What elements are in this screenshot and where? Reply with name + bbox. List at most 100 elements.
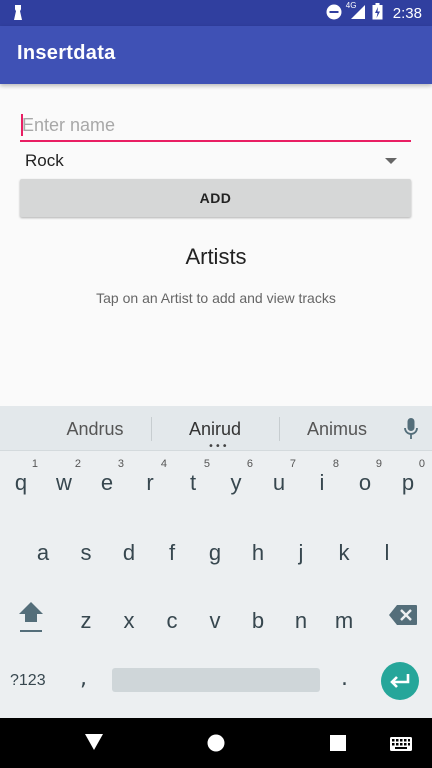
signal-icon: 4G bbox=[345, 0, 366, 24]
key-c[interactable]: c bbox=[152, 594, 192, 642]
status-bar: 4G 2:38 bbox=[0, 0, 432, 26]
suggestion-divider bbox=[279, 417, 280, 441]
text-cursor bbox=[21, 114, 23, 136]
key-v[interactable]: v bbox=[195, 594, 235, 642]
key-hint: 2 bbox=[74, 458, 81, 470]
key-label: w bbox=[56, 470, 72, 495]
key-f[interactable]: f bbox=[152, 526, 192, 574]
name-input[interactable] bbox=[20, 110, 411, 142]
suggestion-3[interactable]: Animus bbox=[282, 419, 392, 440]
key-label: f bbox=[168, 540, 176, 565]
key-h[interactable]: h bbox=[238, 526, 278, 574]
space-key[interactable] bbox=[112, 668, 320, 692]
key-d[interactable]: d bbox=[109, 526, 149, 574]
key-k[interactable]: k bbox=[324, 526, 364, 574]
key-y[interactable]: 6y bbox=[216, 456, 256, 504]
artists-title: Artists bbox=[185, 244, 247, 269]
key-r[interactable]: 4r bbox=[130, 456, 170, 504]
key-t[interactable]: 5t bbox=[173, 456, 213, 504]
key-a[interactable]: a bbox=[23, 526, 63, 574]
key-label: z bbox=[80, 608, 92, 633]
suggestion-2[interactable]: Anirud bbox=[160, 419, 270, 440]
key-n[interactable]: n bbox=[281, 594, 321, 642]
network-type: 4G bbox=[345, 0, 357, 10]
shift-key[interactable] bbox=[16, 600, 46, 636]
comma-key[interactable]: , bbox=[80, 666, 87, 691]
navigation-bar bbox=[0, 718, 432, 768]
suggestion-1[interactable]: Andrus bbox=[40, 419, 150, 440]
key-w[interactable]: 2w bbox=[44, 456, 84, 504]
key-hint: 1 bbox=[31, 458, 38, 470]
suggestion-divider bbox=[151, 417, 152, 441]
key-label: j bbox=[298, 540, 304, 565]
key-label: p bbox=[401, 470, 415, 495]
backspace-key[interactable] bbox=[388, 604, 418, 626]
genre-spinner[interactable]: Rock bbox=[20, 146, 411, 176]
symbols-key[interactable]: ?123 bbox=[10, 672, 46, 690]
key-label: h bbox=[251, 540, 265, 565]
key-q[interactable]: 1q bbox=[1, 456, 41, 504]
key-label: v bbox=[209, 608, 221, 633]
artists-hint: Tap on an Artist to add and view tracks bbox=[96, 290, 336, 306]
key-label: r bbox=[146, 470, 154, 495]
key-m[interactable]: m bbox=[324, 594, 364, 642]
key-label: x bbox=[123, 608, 135, 633]
key-o[interactable]: 9o bbox=[345, 456, 385, 504]
notification-icon bbox=[12, 4, 24, 26]
enter-icon bbox=[390, 674, 410, 688]
recents-icon[interactable] bbox=[330, 735, 346, 755]
key-e[interactable]: 3e bbox=[87, 456, 127, 504]
key-p[interactable]: 0p bbox=[388, 456, 428, 504]
key-u[interactable]: 7u bbox=[259, 456, 299, 504]
backspace-icon bbox=[389, 605, 417, 625]
key-label: o bbox=[358, 470, 372, 495]
add-button[interactable]: ADD bbox=[20, 179, 411, 217]
key-hint: 5 bbox=[203, 458, 210, 470]
battery-icon bbox=[372, 3, 383, 24]
soft-keyboard: Andrus Anirud ••• Animus 1q 2w 3e 4r 5t … bbox=[0, 406, 432, 718]
genre-selected: Rock bbox=[25, 151, 64, 170]
key-label: s bbox=[80, 540, 92, 565]
key-label: l bbox=[384, 540, 390, 565]
key-label: k bbox=[338, 540, 350, 565]
back-icon[interactable] bbox=[85, 734, 103, 756]
app-bar: Insertdata bbox=[0, 26, 432, 84]
key-hint: 8 bbox=[332, 458, 339, 470]
key-label: u bbox=[272, 470, 286, 495]
key-label: t bbox=[189, 470, 197, 495]
dropdown-arrow-icon bbox=[385, 158, 397, 164]
home-icon[interactable] bbox=[207, 734, 225, 756]
key-label: n bbox=[294, 608, 308, 633]
period-key[interactable]: . bbox=[341, 666, 348, 691]
key-label: a bbox=[36, 540, 50, 565]
more-suggestions-icon[interactable]: ••• bbox=[208, 442, 229, 452]
key-hint: 3 bbox=[117, 458, 124, 470]
shift-icon bbox=[19, 602, 43, 632]
key-label: m bbox=[334, 608, 354, 633]
key-label: i bbox=[319, 470, 325, 495]
key-hint: 7 bbox=[289, 458, 296, 470]
keyboard-switch-icon[interactable] bbox=[390, 736, 412, 755]
key-i[interactable]: 8i bbox=[302, 456, 342, 504]
key-hint: 6 bbox=[246, 458, 253, 470]
key-x[interactable]: x bbox=[109, 594, 149, 642]
key-l[interactable]: l bbox=[367, 526, 407, 574]
main-content: Rock ADD Artists Tap on an Artist to add… bbox=[0, 84, 432, 406]
key-label: g bbox=[208, 540, 222, 565]
key-label: d bbox=[122, 540, 136, 565]
dnd-icon bbox=[326, 4, 342, 24]
key-b[interactable]: b bbox=[238, 594, 278, 642]
status-time: 2:38 bbox=[392, 5, 422, 22]
key-j[interactable]: j bbox=[281, 526, 321, 574]
enter-key[interactable] bbox=[381, 662, 419, 700]
key-label: q bbox=[14, 470, 28, 495]
key-hint: 0 bbox=[418, 458, 425, 470]
key-s[interactable]: s bbox=[66, 526, 106, 574]
key-label: y bbox=[230, 470, 242, 495]
key-hint: 4 bbox=[160, 458, 167, 470]
key-z[interactable]: z bbox=[66, 594, 106, 642]
microphone-icon[interactable] bbox=[404, 418, 418, 440]
suggestion-strip: Andrus Anirud ••• Animus bbox=[0, 406, 432, 452]
app-title: Insertdata bbox=[17, 42, 116, 64]
key-g[interactable]: g bbox=[195, 526, 235, 574]
